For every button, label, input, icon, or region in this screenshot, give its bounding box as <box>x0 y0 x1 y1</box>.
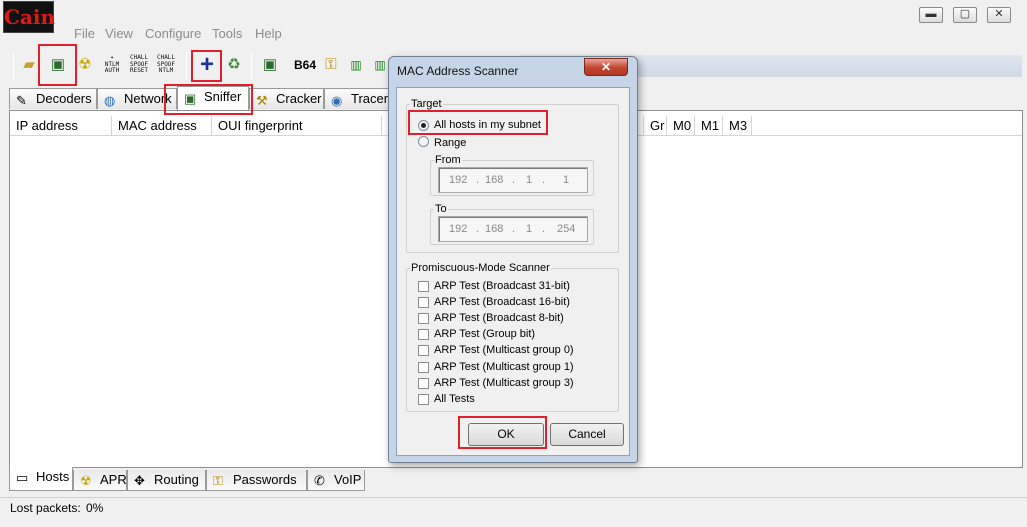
test-label: ARP Test (Broadcast 31-bit) <box>434 280 570 292</box>
tab-label: Hosts <box>36 469 70 484</box>
checkbox-multicast-0[interactable] <box>418 345 429 356</box>
chall-spoof-reset-icon[interactable]: CHALL SPOOF RESET <box>127 54 151 75</box>
graph-icon-2[interactable]: ▥ <box>371 56 389 74</box>
promiscuous-mode-label: Promiscuous-Mode Scanner <box>411 262 550 274</box>
tracer-icon: ◉ <box>331 93 343 108</box>
tab-tracer[interactable]: ◉ Tracer <box>324 88 390 109</box>
network-icon: ◍ <box>104 93 116 108</box>
column-m3[interactable]: M3 <box>723 116 752 136</box>
tab-label: APR <box>100 472 127 487</box>
column-oui-fingerprint[interactable]: OUI fingerprint <box>212 116 382 136</box>
lost-packets-value: 0% <box>86 501 104 515</box>
menu-help[interactable]: Help <box>255 26 282 41</box>
ntlm-auth-icon[interactable]: ✦ NTLM AUTH <box>100 54 124 75</box>
tab-apr[interactable]: ☢ APR <box>73 470 127 491</box>
toolbar-separator <box>186 52 187 80</box>
tab-label: Tracer <box>351 91 389 106</box>
test-label: ARP Test (Multicast group 1) <box>434 361 574 373</box>
checkbox-group-bit[interactable] <box>418 329 429 340</box>
all-hosts-label: All hosts in my subnet <box>434 119 541 131</box>
maximize-button[interactable]: ▢ <box>953 7 977 23</box>
column-mac-address[interactable]: MAC address <box>112 116 212 136</box>
test-label: ARP Test (Multicast group 0) <box>434 344 574 356</box>
chall-spoof-ntlm-icon[interactable]: CHALL SPOOF NTLM <box>154 54 178 75</box>
test-label: All Tests <box>434 393 475 405</box>
apr-radiation-icon[interactable]: ☢ <box>76 56 94 74</box>
certificate-icon[interactable]: ▣ <box>261 56 279 74</box>
checkbox-broadcast-8[interactable] <box>418 313 429 324</box>
range-label: Range <box>434 137 467 149</box>
to-label: To <box>435 203 447 215</box>
ok-button[interactable]: OK <box>468 423 544 446</box>
tab-label: Sniffer <box>204 89 242 104</box>
toolbar-separator <box>13 52 14 80</box>
tab-label: Decoders <box>36 91 92 106</box>
tab-sniffer[interactable]: ▣ Sniffer <box>177 86 249 110</box>
from-label: From <box>435 154 461 166</box>
tab-passwords[interactable]: ⚿ Passwords <box>206 470 307 491</box>
mac-address-scanner-dialog: MAC Address Scanner ✕ Target All hosts i… <box>388 56 638 463</box>
recycle-bin-icon[interactable]: ♻ <box>225 56 243 74</box>
dialog-body: Target All hosts in my subnet Range From… <box>396 87 630 456</box>
dialog-title: MAC Address Scanner <box>397 64 519 78</box>
tab-decoders[interactable]: ✎ Decoders <box>9 88 97 109</box>
radio-range[interactable] <box>418 136 429 147</box>
routing-icon: ✥ <box>134 473 145 488</box>
base64-icon[interactable]: B64 <box>294 56 316 74</box>
passwords-icon: ⚿ <box>213 473 223 488</box>
tab-network[interactable]: ◍ Network <box>97 88 177 109</box>
dialog-close-button[interactable]: ✕ <box>584 58 628 76</box>
from-ip-field[interactable]: 192. 168. 1. 1 <box>438 167 588 193</box>
checkbox-broadcast-31[interactable] <box>418 281 429 292</box>
tab-label: Routing <box>154 472 199 487</box>
cracker-icon: ⚒ <box>256 93 268 108</box>
column-ip-address[interactable]: IP address <box>10 116 112 136</box>
column-m1[interactable]: M1 <box>695 116 723 136</box>
minimize-button[interactable]: ▬ <box>919 7 943 23</box>
checkbox-all-tests[interactable] <box>418 394 429 405</box>
sniffer-icon: ▣ <box>184 91 197 106</box>
toolbar-separator <box>251 52 252 80</box>
close-button[interactable]: ✕ <box>987 7 1011 23</box>
open-folder-icon[interactable]: ▰ <box>20 56 38 74</box>
column-gr[interactable]: Gr <box>643 116 667 136</box>
tab-cracker[interactable]: ⚒ Cracker <box>249 88 324 109</box>
test-label: ARP Test (Broadcast 16-bit) <box>434 296 570 308</box>
checkbox-broadcast-16[interactable] <box>418 297 429 308</box>
key-icon[interactable]: ⚿ <box>322 56 340 74</box>
voip-icon: ✆ <box>314 473 325 488</box>
column-m0[interactable]: M0 <box>667 116 695 136</box>
checkbox-multicast-3[interactable] <box>418 378 429 389</box>
status-bar: Lost packets: 0% <box>0 497 1027 519</box>
tab-label: Cracker <box>276 91 322 106</box>
radio-all-hosts[interactable] <box>418 120 429 131</box>
menu-view[interactable]: View <box>105 26 133 41</box>
menu-file[interactable]: File <box>74 26 95 41</box>
tab-label: VoIP <box>334 472 362 487</box>
app-logo: Cain <box>3 1 55 33</box>
to-ip-field[interactable]: 192. 168. 1. 254 <box>438 216 588 242</box>
tab-voip[interactable]: ✆ VoIP <box>307 470 365 491</box>
hosts-icon: ▭ <box>16 470 29 485</box>
menu-tools[interactable]: Tools <box>212 26 242 41</box>
apr-icon: ☢ <box>80 473 92 488</box>
test-label: ARP Test (Broadcast 8-bit) <box>434 312 564 324</box>
test-label: ARP Test (Group bit) <box>434 328 536 340</box>
menu-configure[interactable]: Configure <box>145 26 201 41</box>
graph-icon-1[interactable]: ▥ <box>347 56 365 74</box>
cancel-button[interactable]: Cancel <box>550 423 624 446</box>
target-label: Target <box>411 98 442 110</box>
decoders-icon: ✎ <box>16 93 27 108</box>
tab-hosts[interactable]: ▭ Hosts <box>9 467 73 491</box>
start-sniffer-icon[interactable]: ▣ <box>49 56 67 74</box>
add-plus-icon[interactable]: + <box>195 53 219 77</box>
tab-label: Passwords <box>233 472 297 487</box>
tab-routing[interactable]: ✥ Routing <box>127 470 206 491</box>
tab-label: Network <box>124 91 172 106</box>
test-label: ARP Test (Multicast group 3) <box>434 377 574 389</box>
lost-packets-label: Lost packets: <box>10 501 81 515</box>
checkbox-multicast-1[interactable] <box>418 362 429 373</box>
